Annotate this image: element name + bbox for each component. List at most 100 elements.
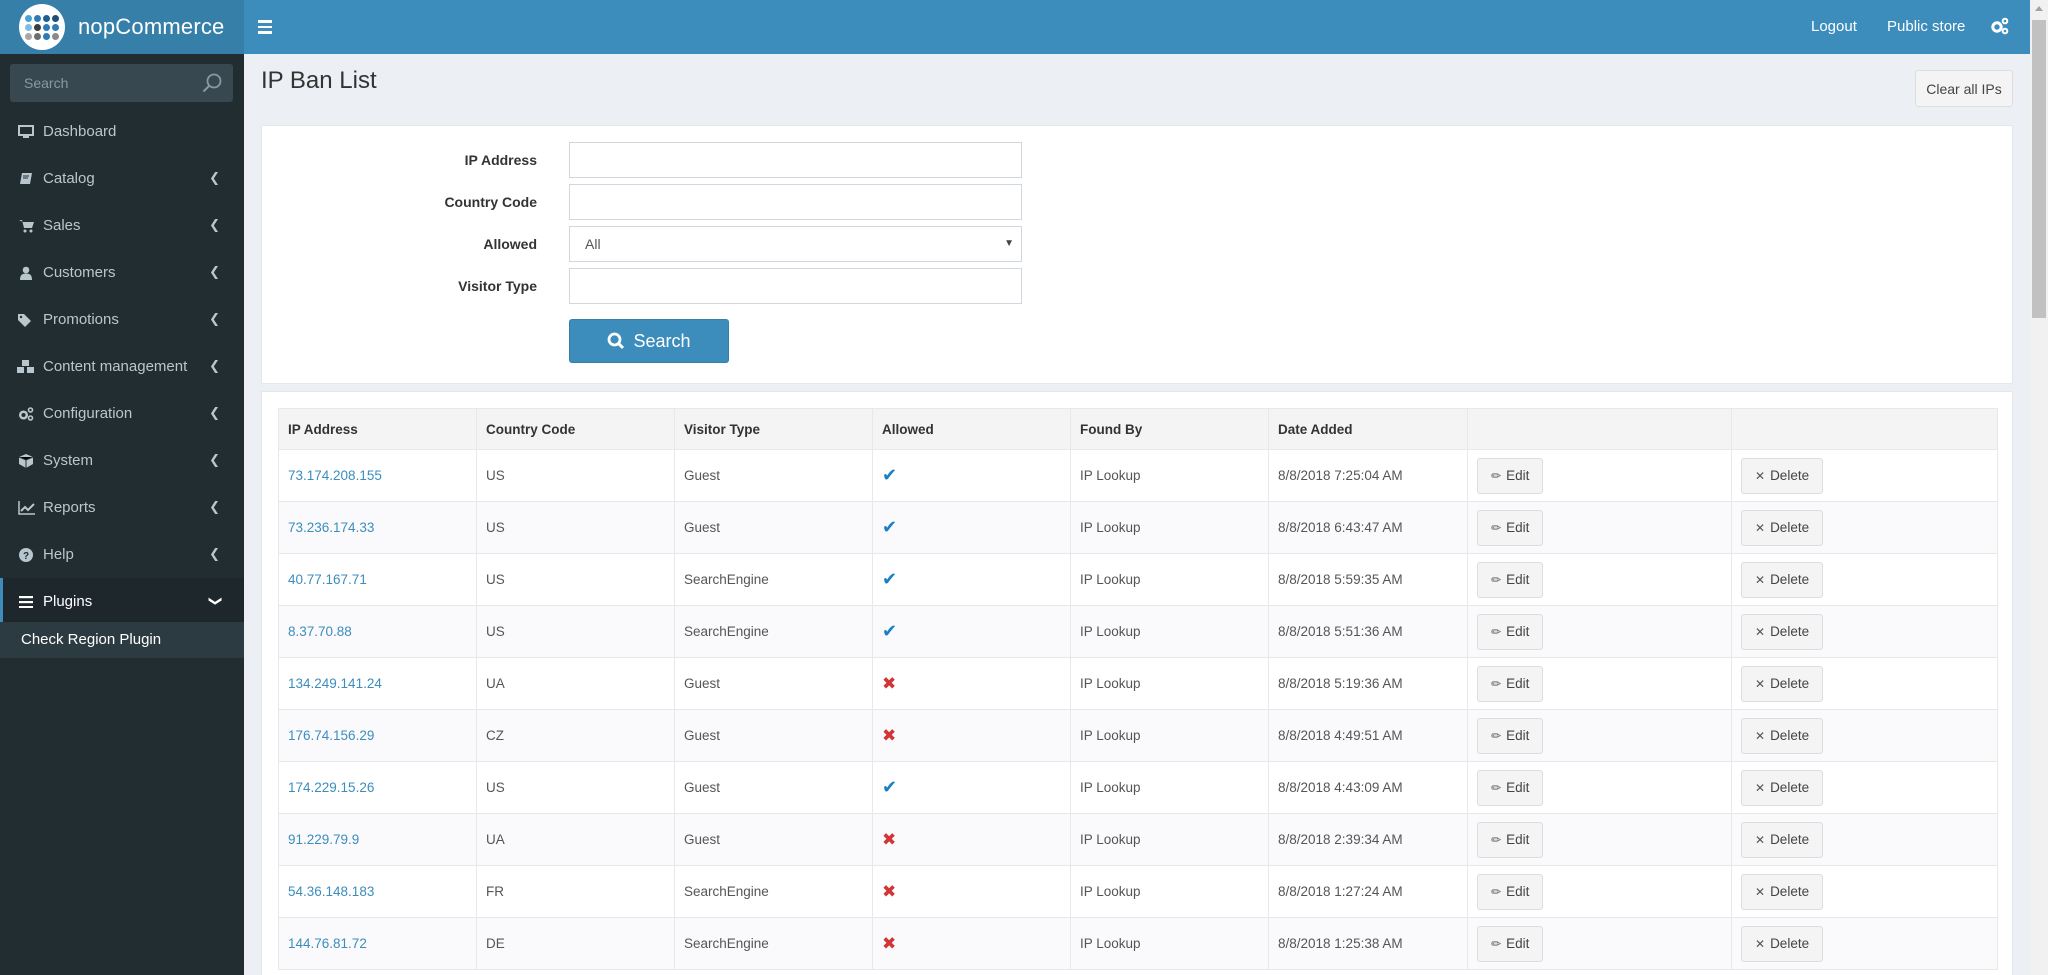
check-icon: ✔ [882,777,898,797]
ip-address-link[interactable]: 174.229.15.26 [288,780,374,795]
delete-button[interactable]: ✕ Delete [1741,873,1824,910]
edit-button-label: Edit [1506,780,1530,795]
ip-address-link[interactable]: 91.229.79.9 [288,832,359,847]
date-added-cell: 8/8/2018 1:27:24 AM [1268,865,1468,918]
sidebar-item-customers[interactable]: Customers ❮ [0,249,244,296]
ip-address-link[interactable]: 8.37.70.88 [288,624,352,639]
chevron-left-icon: ❮ [209,311,220,326]
edit-button[interactable]: ✏ Edit [1477,509,1544,546]
delete-button[interactable]: ✕ Delete [1741,925,1824,962]
delete-button[interactable]: ✕ Delete [1741,821,1824,858]
sidebar-item-label: Content management [43,358,188,375]
ip-address-link[interactable]: 54.36.148.183 [288,884,374,899]
edit-button[interactable]: ✏ Edit [1477,925,1544,962]
logo-dot [34,23,41,31]
clear-all-ips-button[interactable]: Clear all IPs [1915,70,2013,107]
delete-button-label: Delete [1770,624,1810,639]
close-icon: ✕ [1755,468,1766,483]
gears-icon[interactable] [1990,17,2010,37]
sidebar-item-catalog[interactable]: Catalog ❮ [0,155,244,202]
delete-button[interactable]: ✕ Delete [1741,561,1824,598]
delete-button[interactable]: ✕ Delete [1741,717,1824,754]
delete-button[interactable]: ✕ Delete [1741,665,1824,702]
delete-button[interactable]: ✕ Delete [1741,457,1824,494]
pencil-icon: ✏ [1491,936,1502,951]
sidebar-item-dashboard[interactable]: Dashboard [0,108,244,155]
edit-button[interactable]: ✏ Edit [1477,873,1544,910]
delete-button-label: Delete [1770,780,1810,795]
search-icon[interactable] [201,72,223,94]
found-by-cell: IP Lookup [1070,813,1269,866]
sidebar-item-sales[interactable]: Sales ❮ [0,202,244,249]
allowed-select[interactable]: All ▼ [569,226,1022,262]
sidebar-item-help[interactable]: ? Help ❮ [0,531,244,578]
sidebar-toggle-button[interactable] [258,17,276,37]
sidebar-search-input[interactable] [10,64,190,102]
brand-logo[interactable]: nopCommerce [0,0,244,54]
logo-dot [34,32,41,40]
allowed-select-value: All [585,236,601,252]
hamburger-icon-bar [258,31,272,34]
sidebar-item-configuration[interactable]: Configuration ❮ [0,390,244,437]
user-icon [17,265,35,281]
column-header[interactable]: IP Address [278,408,477,450]
ip-ban-table-panel: IP Address Country Code Visitor Type Allowe… [261,391,2013,975]
visitor-type-input[interactable] [569,268,1022,304]
svg-text:?: ? [23,551,29,562]
edit-button[interactable]: ✏ Edit [1477,561,1544,598]
column-header[interactable]: Visitor Type [674,408,873,450]
edit-button[interactable]: ✏ Edit [1477,457,1544,494]
edit-button[interactable]: ✏ Edit [1477,665,1544,702]
ip-address-link[interactable]: 134.249.141.24 [288,676,382,691]
column-header[interactable]: Allowed [872,408,1071,450]
logout-link[interactable]: Logout [1811,0,1857,54]
country-code-cell: US [476,553,675,606]
ip-address-link[interactable]: 176.74.156.29 [288,728,374,743]
public-store-link[interactable]: Public store [1887,0,1965,54]
logo-dot [25,14,32,22]
edit-button-label: Edit [1506,468,1530,483]
country-code-input[interactable] [569,184,1022,220]
sidebar-item-label: Reports [43,499,96,516]
sidebar-subitem-check-region-plugin[interactable]: Check Region Plugin [0,622,244,658]
scrollbar-thumb[interactable] [2032,20,2046,318]
column-header[interactable]: Found By [1070,408,1269,450]
date-added-cell: 8/8/2018 5:19:36 AM [1268,657,1468,710]
sidebar-item-plugins[interactable]: Plugins ❮ [0,578,244,625]
ip-address-link[interactable]: 144.76.81.72 [288,936,367,951]
sidebar-item-content-management[interactable]: Content management ❮ [0,343,244,390]
delete-button[interactable]: ✕ Delete [1741,769,1824,806]
column-header[interactable]: Date Added [1268,408,1468,450]
close-icon: ✕ [1755,676,1766,691]
delete-button[interactable]: ✕ Delete [1741,509,1824,546]
edit-button[interactable]: ✏ Edit [1477,717,1544,754]
ip-address-link[interactable]: 73.174.208.155 [288,468,382,483]
edit-cell: ✏ Edit [1467,709,1732,762]
visitor-type-label: Visitor Type [458,278,537,294]
visitor-type-cell: SearchEngine [674,553,873,606]
sidebar-item-reports[interactable]: Reports ❮ [0,484,244,531]
check-icon: ✔ [882,621,898,641]
edit-cell: ✏ Edit [1467,501,1732,554]
edit-button[interactable]: ✏ Edit [1477,821,1544,858]
ip-address-input[interactable] [569,142,1022,178]
edit-button-label: Edit [1506,936,1530,951]
check-icon: ✔ [882,465,898,485]
scroll-up-arrow-icon[interactable] [2035,6,2043,11]
sidebar-item-system[interactable]: System ❮ [0,437,244,484]
page-scrollbar[interactable] [2030,0,2048,975]
sidebar-item-promotions[interactable]: Promotions ❮ [0,296,244,343]
search-button-label: Search [633,330,691,351]
date-added-cell: 8/8/2018 4:43:09 AM [1268,761,1468,814]
edit-button[interactable]: ✏ Edit [1477,613,1544,650]
allowed-cell: ✔ [872,501,1071,554]
search-icon [608,332,625,350]
sidebar-item-label: Help [43,546,74,563]
delete-button[interactable]: ✕ Delete [1741,613,1824,650]
search-button[interactable]: Search [569,319,729,363]
ip-address-link[interactable]: 73.236.174.33 [288,520,374,535]
column-header[interactable]: Country Code [476,408,675,450]
edit-button[interactable]: ✏ Edit [1477,769,1544,806]
ip-address-link[interactable]: 40.77.167.71 [288,572,367,587]
ip-ban-table: IP Address Country Code Visitor Type Allowe… [278,408,1998,970]
